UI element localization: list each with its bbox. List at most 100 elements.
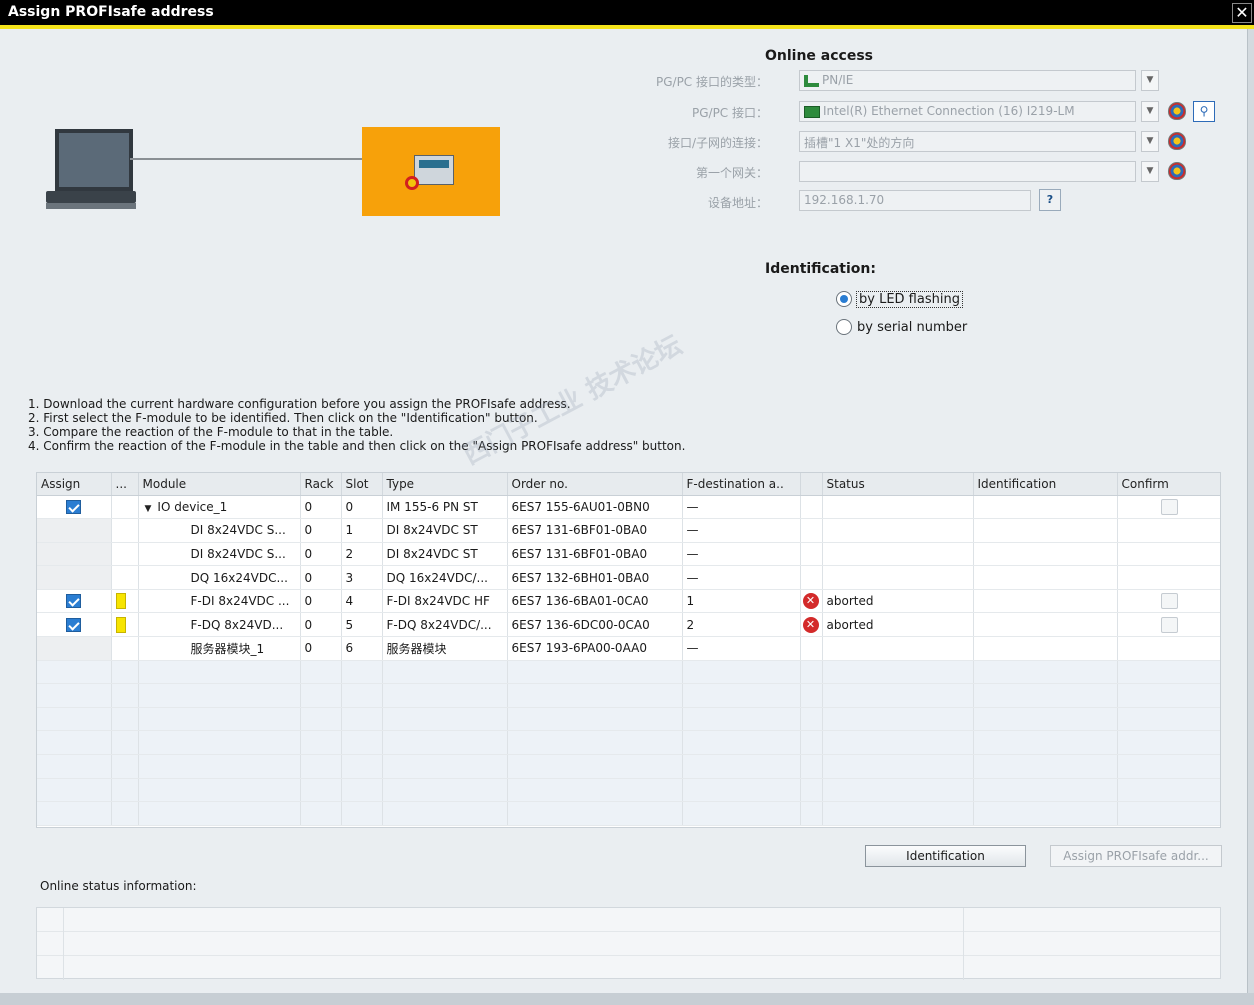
- table-row[interactable]: 服务器模块_1 0 6 服务器模块 6ES7 193-6PA00-0AA0—: [37, 636, 1220, 661]
- expand-triangle-icon[interactable]: ▼: [145, 504, 152, 514]
- confirm-cell[interactable]: [1117, 565, 1220, 590]
- accessible-devices-icon[interactable]: ?: [1039, 189, 1061, 211]
- confirm-cell[interactable]: [1117, 636, 1220, 661]
- assign-cell[interactable]: [37, 495, 112, 520]
- f-destination-cell: 2: [682, 612, 801, 638]
- col-module[interactable]: Module: [138, 473, 301, 496]
- status-icon-cell: [800, 636, 823, 661]
- col-marker[interactable]: ...: [111, 473, 139, 496]
- close-icon[interactable]: ✕: [1232, 3, 1252, 23]
- identification-button[interactable]: Identification: [865, 845, 1026, 867]
- confirm-cell[interactable]: [1117, 518, 1220, 543]
- subnet-properties-icon[interactable]: [1168, 132, 1186, 150]
- module-cell[interactable]: DI 8x24VDC S...: [138, 518, 301, 543]
- col-identification[interactable]: Identification: [973, 473, 1118, 496]
- confirm-cell[interactable]: [1117, 589, 1220, 614]
- rack-cell: 0: [300, 612, 342, 638]
- confirm-cell[interactable]: [1117, 612, 1220, 638]
- assign-checkbox[interactable]: [66, 594, 82, 609]
- module-cell[interactable]: F-DI 8x24VDC ...: [138, 589, 301, 614]
- order-no-cell: 6ES7 131-6BF01-0BA0: [507, 542, 683, 567]
- module-cell[interactable]: DI 8x24VDC S...: [138, 542, 301, 567]
- pgpc-type-select[interactable]: PN/IE: [799, 70, 1136, 91]
- title-bar: Assign PROFIsafe address ✕: [0, 0, 1254, 29]
- status-icon-cell: [800, 565, 823, 590]
- confirm-checkbox[interactable]: [1161, 498, 1178, 515]
- table-row[interactable]: DQ 16x24VDC... 0 3 DQ 16x24VDC/... 6ES7 132-…: [37, 565, 1220, 590]
- instructions: 1. Download the current hardware configu…: [28, 397, 686, 453]
- f-destination-cell: —: [682, 542, 801, 567]
- empty-table-row: [37, 707, 1220, 732]
- assign-profisafe-address-button[interactable]: Assign PROFIsafe addr...: [1050, 845, 1222, 867]
- table-row[interactable]: ▼ IO device_1 0 0 IM 155-6 PN ST 6ES7 155-6AU…: [37, 495, 1220, 520]
- resize-edge: [1247, 29, 1254, 993]
- module-cell[interactable]: DQ 16x24VDC...: [138, 565, 301, 590]
- order-no-cell: 6ES7 136-6DC00-0CA0: [507, 612, 683, 638]
- network-link-line: [130, 158, 362, 160]
- status-icon-cell: [800, 542, 823, 567]
- rack-cell: 0: [300, 565, 342, 590]
- first-gateway-select[interactable]: [799, 161, 1136, 182]
- assign-checkbox[interactable]: [66, 500, 82, 515]
- device-address-field[interactable]: 192.168.1.70: [799, 190, 1031, 211]
- pgpc-interface-select[interactable]: Intel(R) Ethernet Connection (16) I219-L…: [799, 101, 1136, 122]
- confirm-checkbox[interactable]: [1161, 593, 1178, 610]
- identification-cell: [973, 612, 1118, 638]
- empty-table-row: [37, 683, 1220, 708]
- gateway-properties-icon[interactable]: [1168, 162, 1186, 180]
- assign-cell[interactable]: [37, 565, 112, 590]
- chevron-down-icon[interactable]: ▼: [1141, 101, 1159, 122]
- io-device-icon[interactable]: [362, 127, 500, 216]
- rack-cell: 0: [300, 495, 342, 520]
- rack-cell: 0: [300, 636, 342, 661]
- assign-checkbox[interactable]: [66, 618, 82, 633]
- marker-cell: [111, 518, 139, 543]
- marker-cell: [111, 612, 139, 638]
- assign-cell[interactable]: [37, 542, 112, 567]
- module-cell[interactable]: ▼ IO device_1: [138, 495, 301, 520]
- network-diagram: [40, 120, 510, 220]
- subnet-connection-select[interactable]: 插槽"1 X1"处的方向: [799, 131, 1136, 152]
- radio-by-led-flashing[interactable]: by LED flashing: [836, 290, 963, 308]
- table-row[interactable]: DI 8x24VDC S... 0 1 DI 8x24VDC ST 6ES7 131-6…: [37, 518, 1220, 543]
- search-icon[interactable]: ⚲: [1193, 101, 1215, 122]
- col-status-icon[interactable]: [800, 473, 823, 496]
- status-cell: [822, 495, 974, 520]
- type-cell: DI 8x24VDC ST: [382, 518, 508, 543]
- radio-by-serial-number[interactable]: by serial number: [836, 319, 967, 335]
- table-row[interactable]: DI 8x24VDC S... 0 2 DI 8x24VDC ST 6ES7 131-6…: [37, 542, 1220, 567]
- order-no-cell: 6ES7 193-6PA00-0AA0: [507, 636, 683, 661]
- chevron-down-icon[interactable]: ▼: [1141, 161, 1159, 182]
- slot-cell: 2: [341, 542, 383, 567]
- confirm-cell[interactable]: [1117, 495, 1220, 520]
- online-status-label: Online status information:: [40, 879, 197, 893]
- col-type[interactable]: Type: [382, 473, 508, 496]
- interface-properties-icon[interactable]: [1168, 102, 1186, 120]
- module-cell[interactable]: F-DQ 8x24VD...: [138, 612, 301, 638]
- col-status[interactable]: Status: [822, 473, 974, 496]
- col-order-no[interactable]: Order no.: [507, 473, 683, 496]
- assign-cell[interactable]: [37, 589, 112, 614]
- f-destination-cell: —: [682, 565, 801, 590]
- col-slot[interactable]: Slot: [341, 473, 383, 496]
- confirm-checkbox[interactable]: [1161, 616, 1178, 633]
- col-assign[interactable]: Assign: [37, 473, 112, 496]
- confirm-cell[interactable]: [1117, 542, 1220, 567]
- assign-cell[interactable]: [37, 636, 112, 661]
- marker-cell: [111, 542, 139, 567]
- col-f-destination[interactable]: F-destination a..: [682, 473, 801, 496]
- assign-cell[interactable]: [37, 612, 112, 638]
- chevron-down-icon[interactable]: ▼: [1141, 131, 1159, 152]
- col-rack[interactable]: Rack: [300, 473, 342, 496]
- assign-cell[interactable]: [37, 518, 112, 543]
- rack-cell: 0: [300, 589, 342, 614]
- type-cell: F-DQ 8x24VDC/...: [382, 612, 508, 638]
- module-cell[interactable]: 服务器模块_1: [138, 636, 301, 661]
- table-row[interactable]: F-DI 8x24VDC ... 0 4 F-DI 8x24VDC HF 6ES7 13…: [37, 589, 1220, 614]
- status-icon-cell: [800, 495, 823, 520]
- assign-profisafe-dialog: Assign PROFIsafe address ✕ Online access…: [0, 0, 1254, 1005]
- chevron-down-icon[interactable]: ▼: [1141, 70, 1159, 91]
- table-row[interactable]: F-DQ 8x24VD... 0 5 F-DQ 8x24VDC/... 6ES7 136…: [37, 612, 1220, 638]
- rack-cell: 0: [300, 518, 342, 543]
- col-confirm[interactable]: Confirm: [1117, 473, 1220, 496]
